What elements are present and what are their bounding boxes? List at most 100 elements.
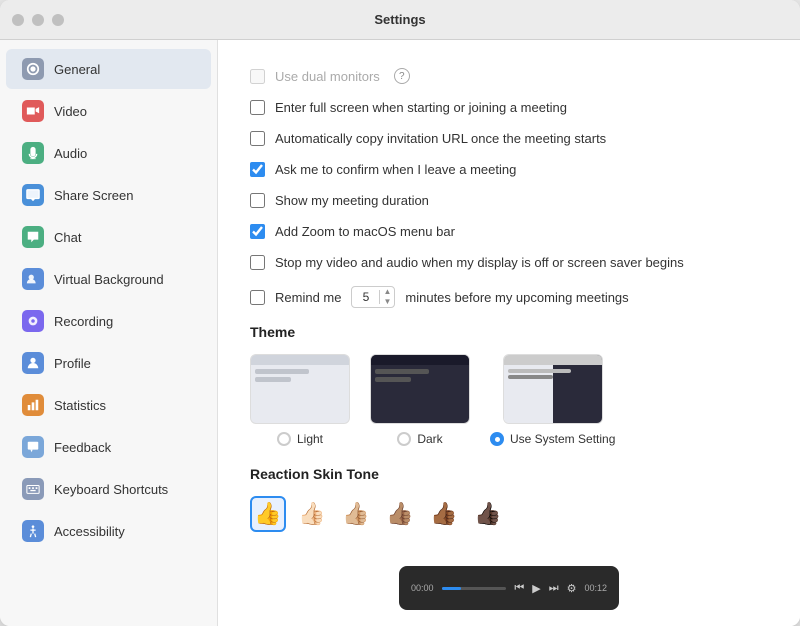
media-progress-fill xyxy=(442,587,461,590)
skin-tone-4[interactable]: 👍🏾 xyxy=(426,496,462,532)
skin-tone-3[interactable]: 👍🏽 xyxy=(382,496,418,532)
sidebar-label-audio: Audio xyxy=(54,146,87,161)
sidebar-item-statistics[interactable]: Statistics xyxy=(6,385,211,425)
sidebar-item-video[interactable]: Video xyxy=(6,91,211,131)
media-forward[interactable]: ⏭ xyxy=(549,582,559,595)
sidebar-item-profile[interactable]: Profile xyxy=(6,343,211,383)
theme-preview-system xyxy=(503,354,603,424)
media-progress[interactable] xyxy=(442,587,507,590)
radio-dark[interactable] xyxy=(397,432,411,446)
reminder-value: 5 xyxy=(352,290,380,304)
spinner-arrows: ▲ ▼ xyxy=(380,287,394,307)
help-icon[interactable]: ? xyxy=(394,68,410,84)
radio-system[interactable] xyxy=(490,432,504,446)
sidebar-item-accessibility[interactable]: Accessibility xyxy=(6,511,211,551)
virtualbackground-icon xyxy=(22,268,44,290)
media-play[interactable]: ▶ xyxy=(532,582,540,595)
chat-icon xyxy=(22,226,44,248)
stop-video-label: Stop my video and audio when my display … xyxy=(275,255,684,270)
window-title: Settings xyxy=(374,12,425,27)
media-settings[interactable]: ⚙ xyxy=(567,582,577,595)
dual-monitors-label: Use dual monitors xyxy=(275,69,380,84)
skin-tone-1[interactable]: 👍🏻 xyxy=(294,496,330,532)
confirm-leave-label: Ask me to confirm when I leave a meeting xyxy=(275,162,516,177)
confirm-leave-checkbox[interactable] xyxy=(250,162,265,177)
copy-url-label: Automatically copy invitation URL once t… xyxy=(275,131,606,146)
settings-window: Settings General Video Audio xyxy=(0,0,800,626)
sidebar-label-video: Video xyxy=(54,104,87,119)
sidebar-item-general[interactable]: General xyxy=(6,49,211,89)
reminder-spinner[interactable]: 5 ▲ ▼ xyxy=(351,286,395,308)
accessibility-icon xyxy=(22,520,44,542)
spinner-up[interactable]: ▲ xyxy=(383,287,391,297)
skin-tone-2[interactable]: 👍🏼 xyxy=(338,496,374,532)
sidebar-item-sharescreen[interactable]: Share Screen xyxy=(6,175,211,215)
show-duration-checkbox[interactable] xyxy=(250,193,265,208)
theme-option-dark[interactable]: Dark xyxy=(370,354,470,446)
stop-video-checkbox[interactable] xyxy=(250,255,265,270)
sidebar-label-recording: Recording xyxy=(54,314,113,329)
add-zoom-menu-label: Add Zoom to macOS menu bar xyxy=(275,224,455,239)
sidebar-item-audio[interactable]: Audio xyxy=(6,133,211,173)
media-rewind[interactable]: ⏮ xyxy=(514,582,524,595)
fullscreen-row: Enter full screen when starting or joini… xyxy=(250,100,768,115)
dual-monitors-row: Use dual monitors ? xyxy=(250,68,768,84)
reminder-label-after: minutes before my upcoming meetings xyxy=(405,290,628,305)
theme-label-system: Use System Setting xyxy=(510,432,615,446)
theme-options: Light xyxy=(250,354,768,446)
theme-option-light[interactable]: Light xyxy=(250,354,350,446)
radio-light[interactable] xyxy=(277,432,291,446)
sidebar-item-recording[interactable]: Recording xyxy=(6,301,211,341)
audio-icon xyxy=(22,142,44,164)
confirm-leave-row: Ask me to confirm when I leave a meeting xyxy=(250,162,768,177)
bottom-area: 00:00 ⏮ ▶ ⏭ ⚙ 00:12 xyxy=(218,550,800,626)
titlebar: Settings xyxy=(0,0,800,40)
sidebar-item-virtualbackground[interactable]: Virtual Background xyxy=(6,259,211,299)
sidebar-label-vbg: Virtual Background xyxy=(54,272,164,287)
maximize-button[interactable] xyxy=(52,14,64,26)
skin-tone-row: 👍 👍🏻 👍🏼 👍🏽 👍🏾 👍🏿 xyxy=(250,496,768,532)
minimize-button[interactable] xyxy=(32,14,44,26)
sidebar-label-keyboard: Keyboard Shortcuts xyxy=(54,482,168,497)
reminder-checkbox[interactable] xyxy=(250,290,265,305)
spinner-down[interactable]: ▼ xyxy=(383,297,391,307)
media-time-end: 00:12 xyxy=(584,583,607,593)
theme-preview-dark xyxy=(370,354,470,424)
sidebar-item-chat[interactable]: Chat xyxy=(6,217,211,257)
recording-icon xyxy=(22,310,44,332)
skin-tone-5[interactable]: 👍🏿 xyxy=(470,496,506,532)
show-duration-label: Show my meeting duration xyxy=(275,193,429,208)
sidebar: General Video Audio Share Screen xyxy=(0,40,218,626)
general-icon xyxy=(22,58,44,80)
add-zoom-menu-checkbox[interactable] xyxy=(250,224,265,239)
fullscreen-label: Enter full screen when starting or joini… xyxy=(275,100,567,115)
keyboard-icon xyxy=(22,478,44,500)
dual-monitors-checkbox[interactable] xyxy=(250,69,265,84)
media-bar: 00:00 ⏮ ▶ ⏭ ⚙ 00:12 xyxy=(399,566,619,610)
sidebar-label-statistics: Statistics xyxy=(54,398,106,413)
profile-icon xyxy=(22,352,44,374)
window-controls xyxy=(12,14,64,26)
copy-url-checkbox[interactable] xyxy=(250,131,265,146)
sidebar-label-feedback: Feedback xyxy=(54,440,111,455)
main-content: Use dual monitors ? Enter full screen wh… xyxy=(218,40,800,550)
video-icon xyxy=(22,100,44,122)
sidebar-label-profile: Profile xyxy=(54,356,91,371)
theme-label-light: Light xyxy=(297,432,323,446)
skin-tone-0[interactable]: 👍 xyxy=(250,496,286,532)
theme-option-system[interactable]: Use System Setting xyxy=(490,354,615,446)
fullscreen-checkbox[interactable] xyxy=(250,100,265,115)
sidebar-label-accessibility: Accessibility xyxy=(54,524,125,539)
sidebar-item-feedback[interactable]: Feedback xyxy=(6,427,211,467)
statistics-icon xyxy=(22,394,44,416)
theme-label-dark: Dark xyxy=(417,432,442,446)
copy-url-row: Automatically copy invitation URL once t… xyxy=(250,131,768,146)
show-duration-row: Show my meeting duration xyxy=(250,193,768,208)
sidebar-item-keyboard[interactable]: Keyboard Shortcuts xyxy=(6,469,211,509)
content-area: General Video Audio Share Screen xyxy=(0,40,800,626)
theme-preview-light xyxy=(250,354,350,424)
add-zoom-menu-row: Add Zoom to macOS menu bar xyxy=(250,224,768,239)
sidebar-label-chat: Chat xyxy=(54,230,81,245)
close-button[interactable] xyxy=(12,14,24,26)
skin-tone-title: Reaction Skin Tone xyxy=(250,466,768,482)
